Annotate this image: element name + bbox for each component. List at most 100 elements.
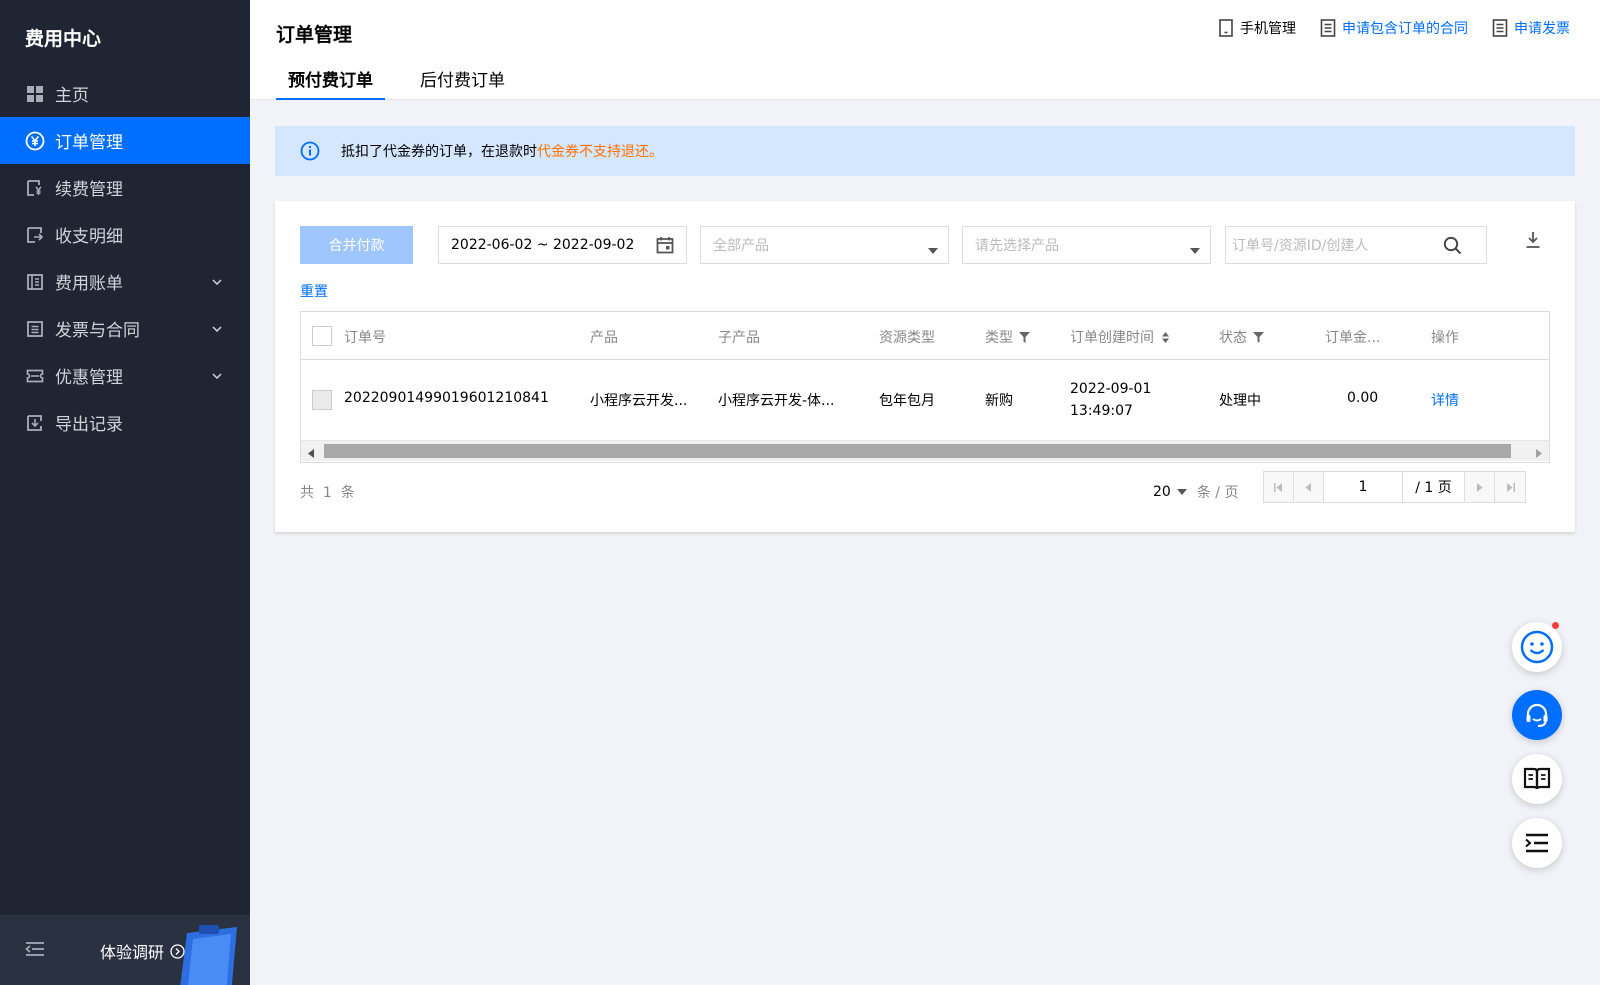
subproduct-select[interactable]: 请先选择产品: [962, 226, 1211, 264]
sidebar-item-label: 主页: [55, 86, 89, 106]
cell-subproduct: 小程序云开发-体...: [718, 393, 835, 409]
filter-icon[interactable]: [1019, 331, 1030, 343]
apply-contract-link[interactable]: 申请包含订单的合同: [1320, 18, 1468, 38]
sidebar-item-label: 订单管理: [55, 133, 123, 153]
calendar-icon: [656, 236, 674, 254]
total-count: 共 1 条: [300, 482, 355, 502]
export-icon: [25, 413, 45, 433]
table-header: 订单号 产品 子产品 资源类型 类型 订单创建时间 状态 订单金... 操作: [301, 312, 1549, 360]
download-icon[interactable]: [1525, 231, 1541, 249]
apply-contract-label: 申请包含订单的合同: [1342, 21, 1468, 37]
date-range-picker[interactable]: 2022-06-02 ~ 2022-09-02: [438, 226, 687, 264]
tab-postpaid-orders[interactable]: 后付费订单: [408, 66, 517, 100]
renew-icon: [25, 178, 45, 198]
chevron-down-icon: [210, 322, 224, 336]
caret-down-icon: [1190, 242, 1200, 254]
phone-icon: [1218, 19, 1234, 37]
cell-resource-type: 包年包月: [879, 393, 935, 409]
sidebar-item-bills[interactable]: 费用账单: [0, 258, 250, 305]
column-status-label: 状态: [1219, 330, 1247, 346]
tab-prepaid-orders[interactable]: 预付费订单: [276, 66, 385, 100]
info-notice: 抵扣了代金券的订单，在退款时 代金券不支持退还。: [275, 126, 1575, 176]
column-amount: 订单金...: [1325, 330, 1381, 346]
caret-down-icon: [928, 242, 938, 254]
row-checkbox[interactable]: [312, 390, 332, 410]
details-link[interactable]: 详情: [1431, 390, 1459, 410]
page-size-value: 20: [1153, 484, 1171, 500]
clipboard-illustration-icon: [165, 925, 245, 985]
page-title: 订单管理: [276, 24, 353, 46]
sidebar-item-invoice-contract[interactable]: 发票与合同: [0, 305, 250, 352]
merge-payment-button[interactable]: 合并付款: [300, 226, 413, 264]
scrollbar-thumb[interactable]: [324, 444, 1511, 458]
prev-page-button[interactable]: [1294, 472, 1324, 502]
sidebar-item-home[interactable]: 主页: [0, 70, 250, 117]
scroll-left-arrow-icon[interactable]: [308, 446, 315, 458]
reset-link[interactable]: 重置: [300, 281, 328, 301]
search-input[interactable]: 订单号/资源ID/创建人: [1225, 226, 1487, 264]
orders-card: 合并付款 2022-06-02 ~ 2022-09-02 全部产品 请先选择产品…: [275, 201, 1575, 532]
last-page-button[interactable]: [1495, 472, 1525, 502]
first-page-button[interactable]: [1264, 472, 1294, 502]
next-page-icon: [1477, 482, 1483, 492]
column-created-time[interactable]: 订单创建时间: [1070, 327, 1171, 347]
product-select[interactable]: 全部产品: [700, 226, 949, 264]
subproduct-select-placeholder: 请先选择产品: [975, 238, 1059, 254]
notice-warning-text: 代金券不支持退还。: [537, 144, 663, 160]
filter-icon[interactable]: [1253, 331, 1264, 343]
table-row: 20220901499019601210841 小程序云开发... 小程序云开发…: [301, 360, 1549, 440]
scroll-right-arrow-icon[interactable]: [1535, 446, 1542, 458]
sort-icon[interactable]: [1160, 331, 1171, 343]
current-page-input[interactable]: 1: [1324, 472, 1403, 502]
sidebar-title: 费用中心: [25, 28, 102, 50]
total-prefix: 共: [300, 485, 314, 501]
next-page-button[interactable]: [1465, 472, 1495, 502]
sidebar-item-discounts[interactable]: 优惠管理: [0, 352, 250, 399]
last-page-icon: [1506, 482, 1515, 492]
column-subproduct: 子产品: [718, 330, 760, 346]
column-type[interactable]: 类型: [985, 327, 1030, 347]
total-number: 1: [322, 485, 332, 501]
total-suffix: 条: [340, 485, 355, 501]
column-product: 产品: [590, 330, 618, 346]
horizontal-scrollbar[interactable]: [301, 440, 1549, 461]
apply-invoice-label: 申请发票: [1514, 21, 1570, 37]
column-status[interactable]: 状态: [1219, 327, 1264, 347]
column-order-id: 订单号: [344, 330, 386, 346]
customer-service-button[interactable]: [1512, 690, 1562, 740]
collapse-sidebar-icon[interactable]: [25, 941, 45, 959]
search-icon[interactable]: [1443, 236, 1462, 255]
sidebar-item-export-records[interactable]: 导出记录: [0, 399, 250, 446]
info-icon: [300, 141, 320, 161]
column-created-time-label: 订单创建时间: [1070, 330, 1154, 346]
page-size-select[interactable]: 20 条 / 页: [1153, 482, 1238, 502]
menu-toggle-button[interactable]: [1512, 818, 1562, 868]
apply-invoice-link[interactable]: 申请发票: [1492, 18, 1570, 38]
orders-table: 订单号 产品 子产品 资源类型 类型 订单创建时间 状态 订单金... 操作 2…: [300, 311, 1550, 463]
list-indent-icon: [1525, 833, 1548, 853]
invoice-icon: [25, 319, 45, 339]
notification-dot: [1552, 622, 1559, 629]
sidebar-item-renewal[interactable]: 续费管理: [0, 164, 250, 211]
search-placeholder: 订单号/资源ID/创建人: [1232, 238, 1369, 254]
chevron-down-icon: [210, 369, 224, 383]
sidebar-item-orders[interactable]: 订单管理: [0, 117, 250, 164]
phone-management-label: 手机管理: [1240, 21, 1296, 37]
smiley-icon: [1520, 630, 1554, 664]
coupon-icon: [25, 366, 45, 386]
caret-down-icon: [1176, 489, 1187, 495]
select-all-checkbox[interactable]: [312, 326, 332, 346]
sidebar-menu: 主页 订单管理 续费管理 收支明细 费用账单 发票与合同 优惠管理 导出记录: [0, 70, 250, 446]
notice-text: 抵扣了代金券的订单，在退款时: [341, 144, 537, 160]
documentation-button[interactable]: [1512, 754, 1562, 804]
sidebar-item-transactions[interactable]: 收支明细: [0, 211, 250, 258]
phone-management-link[interactable]: 手机管理: [1218, 18, 1296, 38]
headset-icon: [1526, 703, 1548, 727]
smart-assistant-button[interactable]: [1512, 622, 1562, 672]
prev-page-icon: [1305, 482, 1311, 492]
open-book-icon: [1523, 767, 1551, 790]
document-icon: [1320, 19, 1336, 37]
cell-amount: 0.00: [1347, 390, 1379, 406]
date-range-value: 2022-06-02 ~ 2022-09-02: [451, 237, 635, 253]
survey-label: 体验调研: [100, 943, 165, 962]
